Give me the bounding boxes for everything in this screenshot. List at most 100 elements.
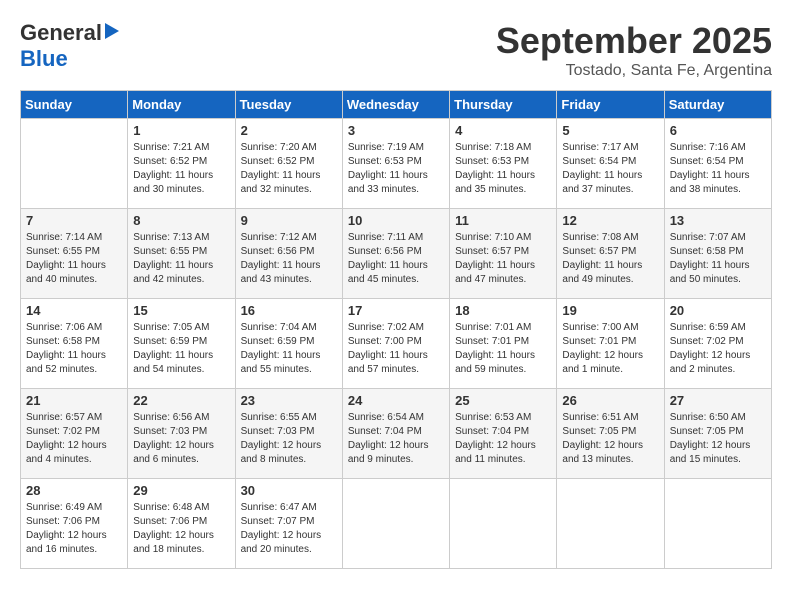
calendar-cell: 8 Sunrise: 7:13 AM Sunset: 6:55 PM Dayli… [128, 209, 235, 299]
sunrise-text: Sunrise: 7:11 AM [348, 232, 423, 243]
calendar-cell: 22 Sunrise: 6:56 AM Sunset: 7:03 PM Dayl… [128, 389, 235, 479]
sunset-text: Sunset: 7:01 PM [562, 336, 636, 347]
daylight-text: Daylight: 12 hours and 8 minutes. [241, 440, 322, 465]
day-info: Sunrise: 7:08 AM Sunset: 6:57 PM Dayligh… [562, 231, 658, 287]
day-number: 7 [26, 213, 122, 228]
day-info: Sunrise: 6:47 AM Sunset: 7:07 PM Dayligh… [241, 501, 337, 557]
day-number: 20 [670, 303, 766, 318]
calendar-cell: 26 Sunrise: 6:51 AM Sunset: 7:05 PM Dayl… [557, 389, 664, 479]
sunset-text: Sunset: 7:03 PM [241, 426, 315, 437]
day-info: Sunrise: 7:14 AM Sunset: 6:55 PM Dayligh… [26, 231, 122, 287]
logo-arrow-icon [105, 23, 119, 39]
day-number: 16 [241, 303, 337, 318]
calendar-cell: 12 Sunrise: 7:08 AM Sunset: 6:57 PM Dayl… [557, 209, 664, 299]
weekday-header: Monday [128, 91, 235, 119]
day-number: 2 [241, 123, 337, 138]
calendar-cell: 18 Sunrise: 7:01 AM Sunset: 7:01 PM Dayl… [450, 299, 557, 389]
day-number: 30 [241, 483, 337, 498]
calendar-cell [557, 479, 664, 569]
daylight-text: Daylight: 12 hours and 6 minutes. [133, 440, 214, 465]
sunset-text: Sunset: 6:57 PM [455, 246, 529, 257]
day-number: 23 [241, 393, 337, 408]
sunset-text: Sunset: 7:00 PM [348, 336, 422, 347]
day-number: 29 [133, 483, 229, 498]
calendar-week-row: 1 Sunrise: 7:21 AM Sunset: 6:52 PM Dayli… [21, 119, 772, 209]
sunrise-text: Sunrise: 7:08 AM [562, 232, 638, 243]
calendar-cell: 23 Sunrise: 6:55 AM Sunset: 7:03 PM Dayl… [235, 389, 342, 479]
day-info: Sunrise: 6:54 AM Sunset: 7:04 PM Dayligh… [348, 411, 444, 467]
daylight-text: Daylight: 12 hours and 16 minutes. [26, 530, 107, 555]
title-area: September 2025 Tostado, Santa Fe, Argent… [496, 20, 772, 80]
calendar-cell: 10 Sunrise: 7:11 AM Sunset: 6:56 PM Dayl… [342, 209, 449, 299]
day-number: 3 [348, 123, 444, 138]
calendar-cell: 16 Sunrise: 7:04 AM Sunset: 6:59 PM Dayl… [235, 299, 342, 389]
daylight-text: Daylight: 11 hours and 52 minutes. [26, 350, 106, 375]
calendar-cell: 4 Sunrise: 7:18 AM Sunset: 6:53 PM Dayli… [450, 119, 557, 209]
calendar-week-row: 7 Sunrise: 7:14 AM Sunset: 6:55 PM Dayli… [21, 209, 772, 299]
weekday-header: Thursday [450, 91, 557, 119]
sunrise-text: Sunrise: 7:06 AM [26, 322, 102, 333]
sunset-text: Sunset: 7:07 PM [241, 516, 315, 527]
daylight-text: Daylight: 12 hours and 9 minutes. [348, 440, 429, 465]
day-number: 18 [455, 303, 551, 318]
logo: General Blue [20, 20, 119, 72]
calendar-cell: 1 Sunrise: 7:21 AM Sunset: 6:52 PM Dayli… [128, 119, 235, 209]
weekday-header: Saturday [664, 91, 771, 119]
day-info: Sunrise: 6:48 AM Sunset: 7:06 PM Dayligh… [133, 501, 229, 557]
sunset-text: Sunset: 6:57 PM [562, 246, 636, 257]
calendar-cell: 28 Sunrise: 6:49 AM Sunset: 7:06 PM Dayl… [21, 479, 128, 569]
day-info: Sunrise: 6:55 AM Sunset: 7:03 PM Dayligh… [241, 411, 337, 467]
weekday-header-row: SundayMondayTuesdayWednesdayThursdayFrid… [21, 91, 772, 119]
sunrise-text: Sunrise: 6:49 AM [26, 502, 102, 513]
daylight-text: Daylight: 11 hours and 30 minutes. [133, 170, 213, 195]
daylight-text: Daylight: 11 hours and 38 minutes. [670, 170, 750, 195]
calendar-cell: 13 Sunrise: 7:07 AM Sunset: 6:58 PM Dayl… [664, 209, 771, 299]
daylight-text: Daylight: 11 hours and 40 minutes. [26, 260, 106, 285]
sunrise-text: Sunrise: 7:20 AM [241, 142, 317, 153]
day-info: Sunrise: 7:06 AM Sunset: 6:58 PM Dayligh… [26, 321, 122, 377]
day-number: 21 [26, 393, 122, 408]
day-info: Sunrise: 7:19 AM Sunset: 6:53 PM Dayligh… [348, 141, 444, 197]
daylight-text: Daylight: 11 hours and 47 minutes. [455, 260, 535, 285]
sunset-text: Sunset: 6:53 PM [455, 156, 529, 167]
sunset-text: Sunset: 6:52 PM [241, 156, 315, 167]
sunrise-text: Sunrise: 7:01 AM [455, 322, 531, 333]
sunset-text: Sunset: 6:53 PM [348, 156, 422, 167]
sunset-text: Sunset: 6:56 PM [241, 246, 315, 257]
calendar-cell: 27 Sunrise: 6:50 AM Sunset: 7:05 PM Dayl… [664, 389, 771, 479]
calendar-cell [450, 479, 557, 569]
calendar-week-row: 21 Sunrise: 6:57 AM Sunset: 7:02 PM Dayl… [21, 389, 772, 479]
daylight-text: Daylight: 12 hours and 1 minute. [562, 350, 643, 375]
day-info: Sunrise: 7:04 AM Sunset: 6:59 PM Dayligh… [241, 321, 337, 377]
day-number: 9 [241, 213, 337, 228]
weekday-header: Friday [557, 91, 664, 119]
sunset-text: Sunset: 6:56 PM [348, 246, 422, 257]
calendar-table: SundayMondayTuesdayWednesdayThursdayFrid… [20, 90, 772, 569]
sunrise-text: Sunrise: 7:21 AM [133, 142, 209, 153]
day-info: Sunrise: 7:11 AM Sunset: 6:56 PM Dayligh… [348, 231, 444, 287]
day-info: Sunrise: 7:18 AM Sunset: 6:53 PM Dayligh… [455, 141, 551, 197]
calendar-cell: 9 Sunrise: 7:12 AM Sunset: 6:56 PM Dayli… [235, 209, 342, 299]
day-info: Sunrise: 7:07 AM Sunset: 6:58 PM Dayligh… [670, 231, 766, 287]
calendar-cell: 19 Sunrise: 7:00 AM Sunset: 7:01 PM Dayl… [557, 299, 664, 389]
daylight-text: Daylight: 11 hours and 45 minutes. [348, 260, 428, 285]
sunset-text: Sunset: 6:52 PM [133, 156, 207, 167]
daylight-text: Daylight: 11 hours and 57 minutes. [348, 350, 428, 375]
day-number: 4 [455, 123, 551, 138]
day-number: 26 [562, 393, 658, 408]
day-info: Sunrise: 7:02 AM Sunset: 7:00 PM Dayligh… [348, 321, 444, 377]
sunset-text: Sunset: 7:01 PM [455, 336, 529, 347]
sunrise-text: Sunrise: 6:47 AM [241, 502, 317, 513]
sunrise-text: Sunrise: 6:54 AM [348, 412, 424, 423]
sunrise-text: Sunrise: 7:07 AM [670, 232, 746, 243]
sunset-text: Sunset: 7:06 PM [26, 516, 100, 527]
sunset-text: Sunset: 7:04 PM [455, 426, 529, 437]
calendar-cell: 2 Sunrise: 7:20 AM Sunset: 6:52 PM Dayli… [235, 119, 342, 209]
calendar-cell: 6 Sunrise: 7:16 AM Sunset: 6:54 PM Dayli… [664, 119, 771, 209]
sunset-text: Sunset: 7:02 PM [670, 336, 744, 347]
calendar-cell: 15 Sunrise: 7:05 AM Sunset: 6:59 PM Dayl… [128, 299, 235, 389]
location-text: Tostado, Santa Fe, Argentina [496, 62, 772, 80]
day-info: Sunrise: 7:12 AM Sunset: 6:56 PM Dayligh… [241, 231, 337, 287]
sunset-text: Sunset: 6:55 PM [133, 246, 207, 257]
day-number: 19 [562, 303, 658, 318]
